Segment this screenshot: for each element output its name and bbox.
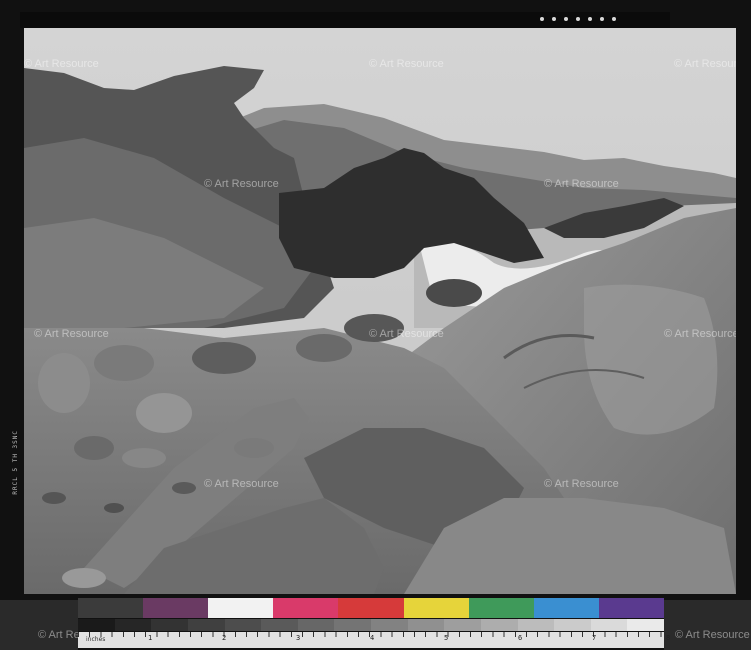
- ruler-mark: 8: [666, 634, 671, 642]
- ruler-unit-label: inches: [86, 636, 106, 643]
- ruler-mark: 2: [222, 634, 227, 642]
- color-swatch: [143, 598, 209, 618]
- gray-patch: [627, 619, 664, 631]
- photo-scene: [24, 28, 736, 594]
- gray-patch: [261, 619, 298, 631]
- gray-patch: [517, 619, 555, 631]
- color-swatch: [533, 598, 599, 618]
- slab-texture: [584, 284, 718, 435]
- gray-patch: [371, 619, 408, 631]
- watermark: © Art Resource: [34, 328, 109, 340]
- watermark: © Art Resource: [369, 328, 444, 340]
- gray-patch: [151, 619, 188, 631]
- inch-ruler: inches 1 2 3 4 5 6 7 8: [78, 632, 670, 648]
- watermark: © Art Resource: [544, 178, 619, 190]
- ruler-mark: 3: [296, 634, 301, 642]
- watermark: © Art Resource: [204, 178, 279, 190]
- ruler-mark: 1: [148, 634, 153, 642]
- gray-patch: [334, 619, 371, 631]
- color-swatch: [273, 598, 339, 618]
- ruler-mark: 6: [518, 634, 523, 642]
- color-swatch: [338, 598, 404, 618]
- film-edge-code: RRCL 5 TH 3SNC: [12, 430, 19, 495]
- watermark: © Art Resource: [369, 58, 444, 70]
- watermark: © Art Resource: [664, 328, 736, 340]
- color-swatch: [208, 598, 274, 618]
- gray-patch: [78, 619, 115, 631]
- gray-patch: [297, 619, 335, 631]
- color-swatch: [468, 598, 534, 618]
- film-notches: [540, 17, 660, 23]
- gray-patch: [590, 619, 628, 631]
- watermark: © Art Resource: [674, 58, 736, 70]
- gray-patch: [444, 619, 481, 631]
- ruler-mark: 5: [444, 634, 449, 642]
- ruler-mark: 4: [370, 634, 375, 642]
- gray-scale: [78, 619, 664, 631]
- color-swatch: [598, 598, 664, 618]
- gray-patch: [407, 619, 445, 631]
- watermark: © Art Resource: [675, 629, 750, 641]
- film-frame: RRCL 5 TH 3SNC © Art Resource © Art Reso…: [0, 0, 751, 600]
- color-swatch: [78, 598, 144, 618]
- coastal-rocks-photograph: © Art Resource © Art Resource © Art Reso…: [24, 28, 736, 594]
- watermark: © Art Resource: [204, 478, 279, 490]
- gray-patch: [224, 619, 262, 631]
- color-swatches: [78, 598, 664, 618]
- color-calibration-target: inches 1 2 3 4 5 6 7 8: [78, 598, 670, 650]
- watermark: © Art Resource: [24, 58, 99, 70]
- color-swatch: [403, 598, 469, 618]
- watermark: © Art Resource: [544, 478, 619, 490]
- gray-patch: [480, 619, 518, 631]
- gray-patch: [114, 619, 152, 631]
- ruler-mark: 7: [592, 634, 597, 642]
- gray-patch: [187, 619, 225, 631]
- gray-patch: [554, 619, 591, 631]
